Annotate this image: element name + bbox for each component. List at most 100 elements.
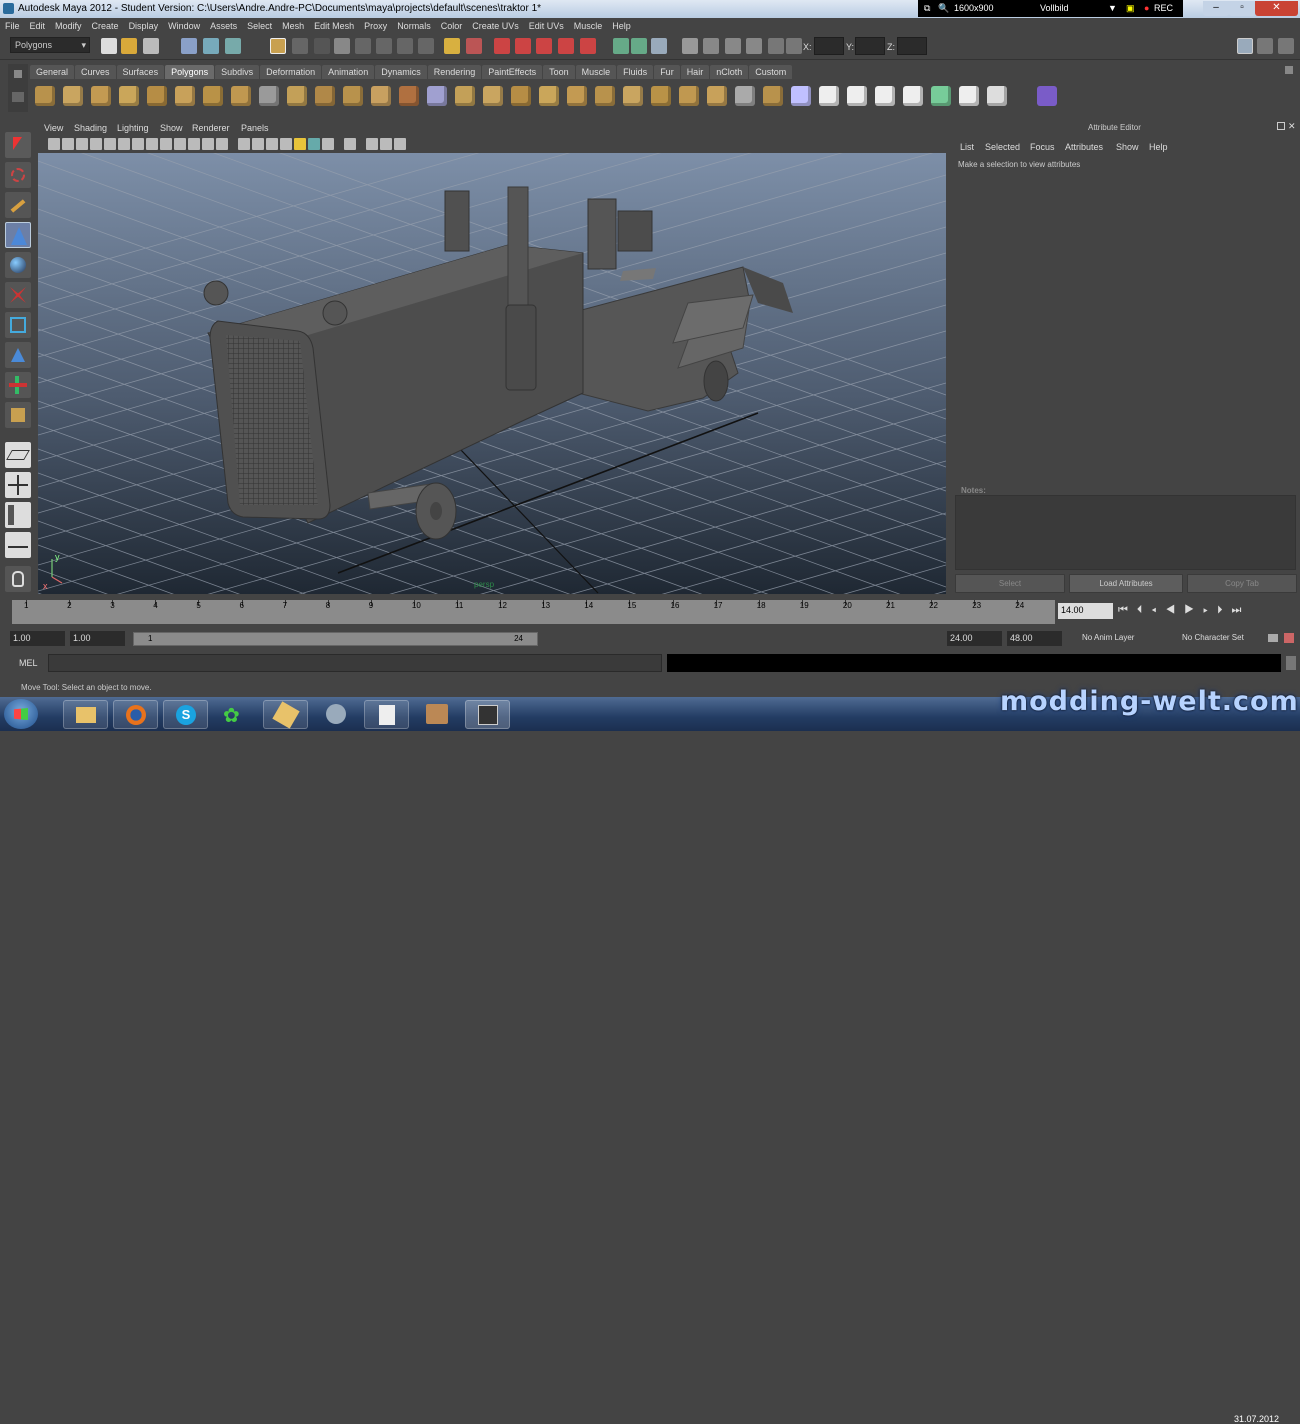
show-channel-box-icon[interactable] — [1278, 38, 1294, 54]
construction-history-icon[interactable] — [494, 38, 510, 54]
current-time-field[interactable]: 14.00 — [1058, 603, 1113, 619]
z-field[interactable] — [897, 37, 927, 55]
anim-layer-dropdown[interactable]: No Anim Layer — [1068, 631, 1166, 646]
mirror-icon[interactable] — [483, 86, 503, 106]
select-hierarchy-icon[interactable] — [181, 38, 197, 54]
modeling-toolkit-icon[interactable] — [682, 38, 698, 54]
snap-point-icon[interactable] — [376, 38, 392, 54]
menu-edit-uvs[interactable]: Edit UVs — [524, 18, 569, 31]
menu-help[interactable]: Help — [607, 18, 636, 31]
spherical-map-icon[interactable] — [903, 86, 923, 106]
uv-editor-icon[interactable] — [931, 86, 951, 106]
save-scene-icon[interactable] — [143, 38, 159, 54]
taskbar-app[interactable] — [263, 700, 308, 729]
poly-cone-icon[interactable] — [119, 86, 139, 106]
gear-icon[interactable] — [14, 70, 22, 78]
scale-tool-icon[interactable] — [5, 282, 31, 308]
poly-cube-icon[interactable] — [63, 86, 83, 106]
tab-subdivs[interactable]: Subdivs — [215, 65, 260, 79]
poly-soccer-icon[interactable] — [287, 86, 307, 106]
maximize-button[interactable]: ▫ — [1229, 1, 1255, 16]
edge-icon[interactable] — [314, 38, 330, 54]
start-button[interactable] — [4, 699, 38, 729]
playback-start-field[interactable]: 1.00 — [70, 631, 125, 646]
show-attribute-editor-icon[interactable] — [1237, 38, 1253, 54]
camera-icon[interactable]: ▣ — [1126, 3, 1135, 14]
step-forward-key-icon[interactable]: ⏵ — [1217, 604, 1232, 616]
soft-modification-icon[interactable] — [5, 342, 31, 368]
poly-torus-icon[interactable] — [175, 86, 195, 106]
menu-display[interactable]: Display — [124, 18, 164, 31]
grease-pencil-icon[interactable] — [118, 138, 130, 150]
taskbar-skype[interactable]: S — [163, 700, 208, 729]
tab-hair[interactable]: Hair — [680, 65, 710, 79]
tab-ncloth[interactable]: nCloth — [710, 65, 749, 79]
tab-deformation[interactable]: Deformation — [260, 65, 322, 79]
smooth-shade-icon[interactable] — [252, 138, 264, 150]
move-tool-icon[interactable] — [5, 222, 31, 248]
sculpt-icon[interactable] — [791, 86, 811, 106]
uv-grid-icon[interactable] — [959, 86, 979, 106]
play-backward-icon[interactable]: ◀ — [1165, 604, 1184, 616]
wireframe-icon[interactable] — [238, 138, 250, 150]
poly-helix-icon[interactable] — [259, 86, 279, 106]
hypershade-icon[interactable] — [580, 38, 596, 54]
render-settings-icon[interactable] — [558, 38, 574, 54]
menu-proxy[interactable]: Proxy — [359, 18, 392, 31]
menu-color[interactable]: Color — [436, 18, 468, 31]
film-gate-icon[interactable] — [146, 138, 158, 150]
select-component-icon[interactable] — [225, 38, 241, 54]
select-object-icon[interactable] — [203, 38, 219, 54]
extract-icon[interactable] — [371, 86, 391, 106]
bevel-icon[interactable] — [707, 86, 727, 106]
planar-map-icon[interactable] — [819, 86, 839, 106]
show-manipulator-icon[interactable] — [5, 372, 31, 398]
append-icon[interactable] — [539, 86, 559, 106]
camera-select-icon[interactable] — [48, 138, 60, 150]
menu-normals[interactable]: Normals — [392, 18, 436, 31]
menu-shading[interactable]: Shading — [74, 123, 107, 133]
tab-toon[interactable]: Toon — [543, 65, 575, 79]
menu-assets[interactable]: Assets — [205, 18, 242, 31]
animation-end-field[interactable]: 48.00 — [1007, 631, 1062, 646]
menu-create-uvs[interactable]: Create UVs — [467, 18, 524, 31]
help-icon[interactable] — [418, 38, 434, 54]
range-bar[interactable]: 1 24 — [133, 632, 538, 646]
attr-menu-selected[interactable]: Selected — [985, 142, 1020, 152]
split-icon[interactable] — [567, 86, 587, 106]
isolate-icon[interactable] — [344, 138, 356, 150]
insert-edge-loop-icon[interactable] — [595, 86, 615, 106]
poly-sphere-icon[interactable] — [35, 86, 55, 106]
camera-attr-icon[interactable] — [62, 138, 74, 150]
go-to-end-icon[interactable]: ⏭ — [1232, 604, 1251, 616]
render-frame-icon[interactable] — [515, 38, 531, 54]
taskbar-firefox[interactable] — [113, 700, 158, 729]
tab-surfaces[interactable]: Surfaces — [116, 65, 165, 79]
notes-textarea[interactable] — [955, 495, 1296, 570]
character-set-dropdown[interactable]: No Character Set — [1168, 631, 1268, 646]
snap-grid-icon[interactable] — [334, 38, 350, 54]
menu-modify[interactable]: Modify — [50, 18, 87, 31]
taskbar-notepad[interactable] — [364, 700, 409, 729]
grid-toggle-icon[interactable] — [132, 138, 144, 150]
menu-muscle[interactable]: Muscle — [569, 18, 608, 31]
last-tool-icon[interactable] — [5, 402, 31, 428]
point-icon[interactable] — [292, 38, 308, 54]
select-tool-icon[interactable] — [5, 132, 31, 158]
poke-icon[interactable] — [735, 86, 755, 106]
bookmark-icon[interactable] — [76, 138, 88, 150]
media-player-icon[interactable] — [326, 704, 346, 724]
3d-scene[interactable]: y x persp — [38, 153, 946, 594]
xray-joints-icon[interactable] — [380, 138, 392, 150]
safe-title-icon[interactable] — [216, 138, 228, 150]
snap-curve-icon[interactable] — [355, 38, 371, 54]
separate-icon[interactable] — [343, 86, 363, 106]
field-chart-icon[interactable] — [188, 138, 200, 150]
go-to-start-icon[interactable]: ⏮ — [1118, 604, 1137, 616]
input-line-icon[interactable] — [613, 38, 629, 54]
polygon-reduce-icon[interactable] — [455, 86, 475, 106]
shelf-options-icon[interactable] — [1285, 66, 1293, 74]
tab-fluids[interactable]: Fluids — [617, 65, 654, 79]
new-scene-icon[interactable] — [101, 38, 117, 54]
checker-icon[interactable] — [987, 86, 1007, 106]
